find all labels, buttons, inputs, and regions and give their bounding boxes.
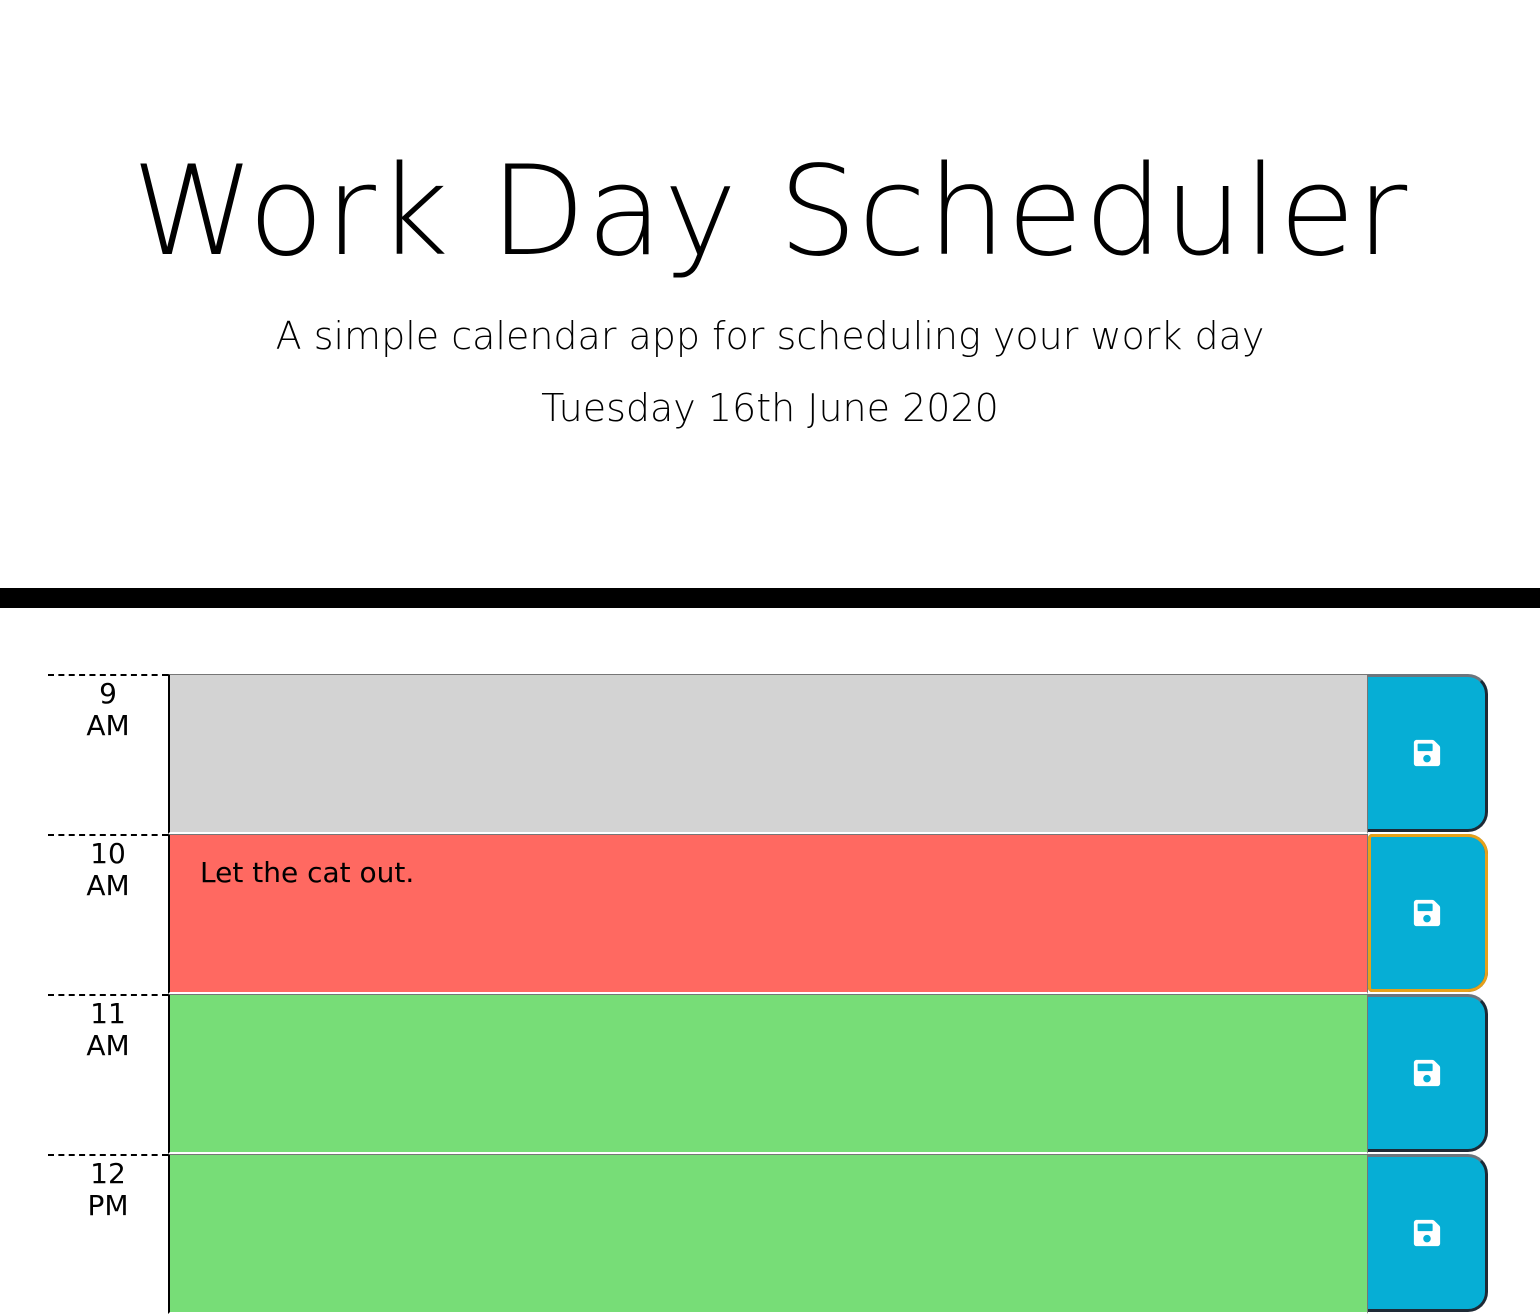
save-button[interactable] [1368,994,1488,1152]
hour-number: 9 [99,677,117,710]
floppy-disk-icon [1413,1059,1440,1087]
save-button[interactable] [1368,1154,1488,1312]
hour-label: 10 AM [48,834,168,994]
floppy-disk-icon [1413,1219,1440,1247]
timeblock-row: 12 PM [48,1154,1490,1314]
description-input[interactable] [168,994,1368,1154]
save-button[interactable] [1368,834,1488,992]
timeblock-row: 9 AM [48,674,1490,834]
hour-number: 12 [90,1157,126,1190]
save-button[interactable] [1368,674,1488,832]
timeblock-row: 11 AM [48,994,1490,1154]
hour-number: 11 [90,997,126,1030]
description-input[interactable] [168,674,1368,834]
hour-number: 10 [90,837,126,870]
description-input[interactable] [168,1154,1368,1314]
hour-label: 9 AM [48,674,168,834]
hour-label: 11 AM [48,994,168,1154]
floppy-disk-icon [1413,739,1440,767]
hour-period: AM [86,869,130,902]
header: Work Day Scheduler A simple calendar app… [0,0,1540,588]
current-day: Tuesday 16th June 2020 [541,386,999,430]
timeblock-row: 10 AM Let the cat out. [48,834,1490,994]
header-divider [0,588,1540,608]
floppy-disk-icon [1413,899,1440,927]
app-title: Work Day Scheduler [131,140,1409,284]
description-input[interactable]: Let the cat out. [168,834,1368,994]
hour-period: AM [86,709,130,742]
hour-label: 12 PM [48,1154,168,1314]
hour-period: AM [86,1029,130,1062]
app-subtitle: A simple calendar app for scheduling you… [275,314,1265,358]
hour-period: PM [87,1189,129,1222]
timeblock-list: 9 AM 10 AM Let the cat out. 11 AM 12 PM [48,674,1490,1314]
